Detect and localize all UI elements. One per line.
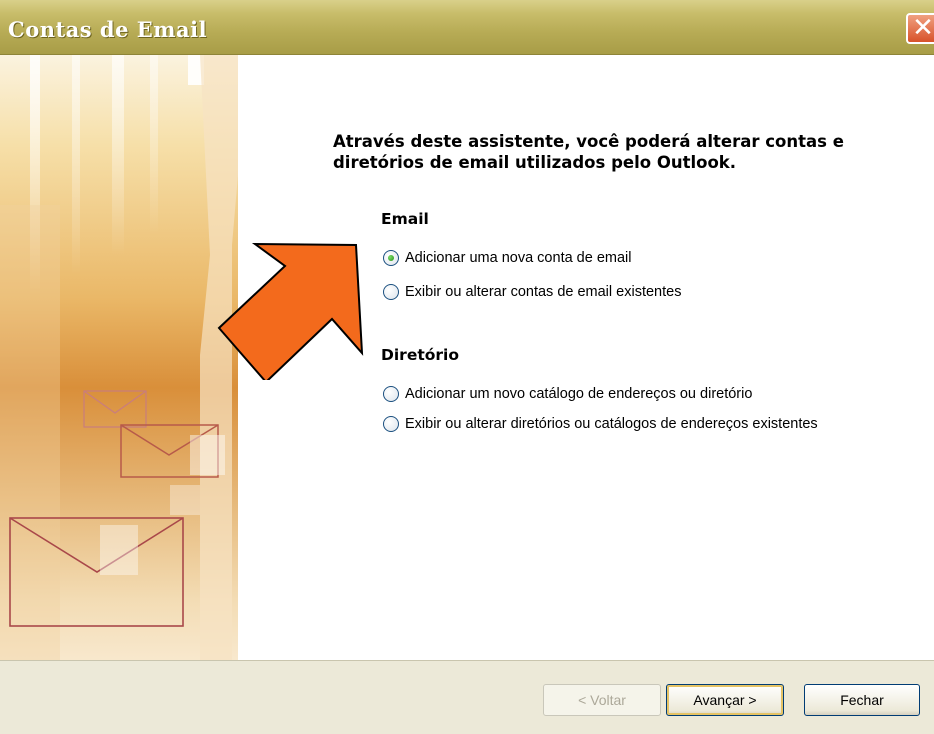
orange-arrow-icon: [217, 242, 364, 380]
close-icon[interactable]: ✕: [906, 13, 934, 44]
title-bar[interactable]: Contas de Email ✕: [0, 0, 934, 55]
radio-view-directories[interactable]: Exibir ou alterar diretórios ou catálogo…: [383, 414, 833, 434]
radio-selected-icon[interactable]: [383, 250, 399, 266]
radio-label: Adicionar um novo catálogo de endereços …: [405, 386, 753, 402]
radio-unselected-icon[interactable]: [383, 284, 399, 300]
footer-bar: [0, 660, 934, 734]
next-button[interactable]: Avançar >: [666, 684, 784, 716]
close-button[interactable]: Fechar: [804, 684, 920, 716]
envelope-graphic: [0, 55, 238, 660]
decorative-banner: [0, 55, 238, 660]
window-title: Contas de Email: [8, 17, 208, 42]
directory-section-label: Diretório: [381, 346, 459, 364]
radio-view-email-accounts[interactable]: Exibir ou alterar contas de email existe…: [383, 282, 681, 302]
radio-add-email-account[interactable]: Adicionar uma nova conta de email: [383, 248, 632, 268]
radio-label: Exibir ou alterar contas de email existe…: [405, 284, 682, 300]
radio-unselected-icon[interactable]: [383, 386, 399, 402]
back-button[interactable]: < Voltar: [543, 684, 661, 716]
radio-add-directory[interactable]: Adicionar um novo catálogo de endereços …: [383, 384, 752, 404]
radio-label: Exibir ou alterar diretórios ou catálogo…: [405, 416, 818, 432]
radio-unselected-icon[interactable]: [383, 416, 399, 432]
page-heading: Através deste assistente, você poderá al…: [333, 132, 844, 172]
email-section-label: Email: [381, 210, 429, 228]
radio-label: Adicionar uma nova conta de email: [405, 250, 632, 266]
